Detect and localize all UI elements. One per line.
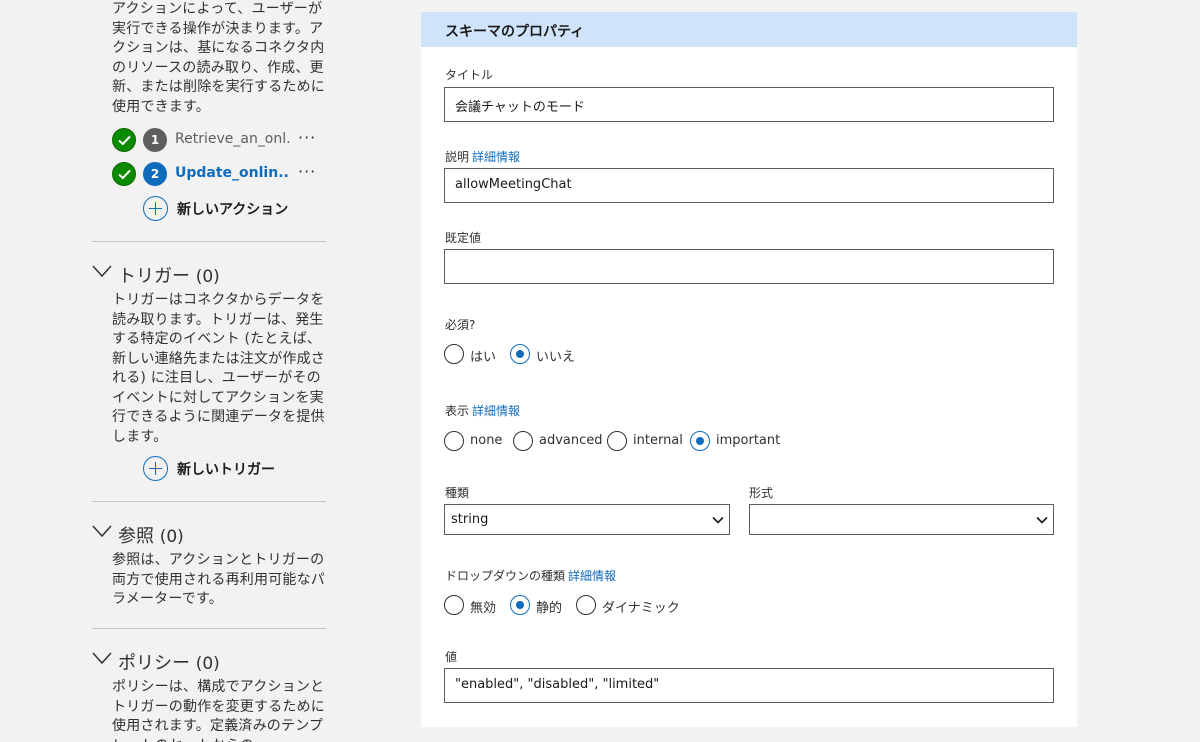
chevron-down-icon [92,265,112,278]
details-link[interactable]: 詳細情報 [472,404,520,418]
section-title: 参照 (0) [118,526,184,547]
type-selected-value: string [451,512,489,527]
title-label: タイトル [445,68,494,82]
radio-label: 無効 [470,601,497,616]
radio-label: internal [633,433,683,448]
left-pane: アクションによって、ユーザーが実行できる操作が決まります。アクションは、基になる… [0,0,340,742]
radio-circle [444,595,464,615]
action-label[interactable]: Retrieve_an_onl... [175,131,290,147]
chevron-down-icon [1036,516,1048,524]
dropdown-type-label: ドロップダウンの種類 詳細情報 [445,569,617,583]
add-icon [143,196,168,221]
section-title: ポリシー (0) [118,653,220,674]
section-count: (0) [195,654,220,674]
chevron-down-icon [92,525,112,538]
check-icon [112,162,136,186]
section-count: (0) [195,267,220,287]
radio-label: none [470,433,503,448]
radio-circle [510,595,530,615]
radio-circle [607,431,627,451]
description-input[interactable]: allowMeetingChat [444,168,1054,203]
step-number-badge: 2 [143,162,167,186]
chevron-down-icon [92,652,112,665]
radio-circle [444,431,464,451]
details-link[interactable]: 詳細情報 [472,150,520,164]
radio-label: はい [470,350,497,365]
action-item-2[interactable]: 2 Update_onlin... ··· [112,162,332,186]
required-label: 必須? [445,318,476,332]
default-value-input[interactable] [444,249,1054,284]
radio-label: いいえ [536,350,576,365]
schema-properties-panel: スキーマのプロパティ タイトル 会議チャットのモード 説明 詳細情報 allowM… [421,12,1077,727]
radio-label: advanced [539,433,603,448]
action-item-1[interactable]: 1 Retrieve_an_onl... ··· [112,128,332,152]
description-label: 説明 詳細情報 [445,150,521,164]
more-options-icon[interactable]: ··· [298,162,316,181]
visibility-label: 表示 詳細情報 [445,404,521,418]
divider [92,241,326,242]
check-icon [112,128,136,152]
new-action-label: 新しいアクション [177,202,289,218]
values-input[interactable]: "enabled", "disabled", "limited" [444,668,1054,703]
radio-circle [510,344,530,364]
policies-description: ポリシーは、構成でアクションとトリガーの動作を変更するために使用されます。定義済… [112,679,325,742]
radio-circle [690,431,710,451]
values-label: 値 [445,650,458,664]
section-title: トリガー (0) [118,266,220,287]
step-number-badge: 1 [143,128,167,152]
more-options-icon[interactable]: ··· [298,128,316,147]
type-label: 種類 [445,486,470,500]
type-select[interactable]: string [444,504,730,535]
actions-description: アクションによって、ユーザーが実行できる操作が決まります。アクションは、基になる… [112,1,325,115]
references-description: 参照は、アクションとトリガーの両方で使用される再利用可能なパラメーターです。 [112,552,325,607]
format-select[interactable] [749,504,1054,535]
title-input[interactable]: 会議チャットのモード [444,87,1054,122]
new-trigger-label: 新しいトリガー [177,462,275,478]
radio-circle [513,431,533,451]
chevron-down-icon [712,516,724,524]
details-link[interactable]: 詳細情報 [568,569,616,583]
radio-label: important [716,433,781,448]
radio-label: ダイナミック [602,601,680,616]
divider [92,628,326,629]
panel-header: スキーマのプロパティ [421,12,1077,47]
add-icon [143,456,168,481]
action-label[interactable]: Update_onlin... [175,165,290,181]
triggers-description: トリガーはコネクタからデータを読み取ります。トリガーは、発生する特定のイベント … [112,292,325,445]
format-label: 形式 [749,486,774,500]
radio-circle [444,344,464,364]
divider [92,501,326,502]
default-value-label: 既定値 [445,231,482,245]
section-count: (0) [159,527,184,547]
radio-label: 静的 [536,601,563,616]
panel-title: スキーマのプロパティ [445,24,585,40]
radio-circle [576,595,596,615]
